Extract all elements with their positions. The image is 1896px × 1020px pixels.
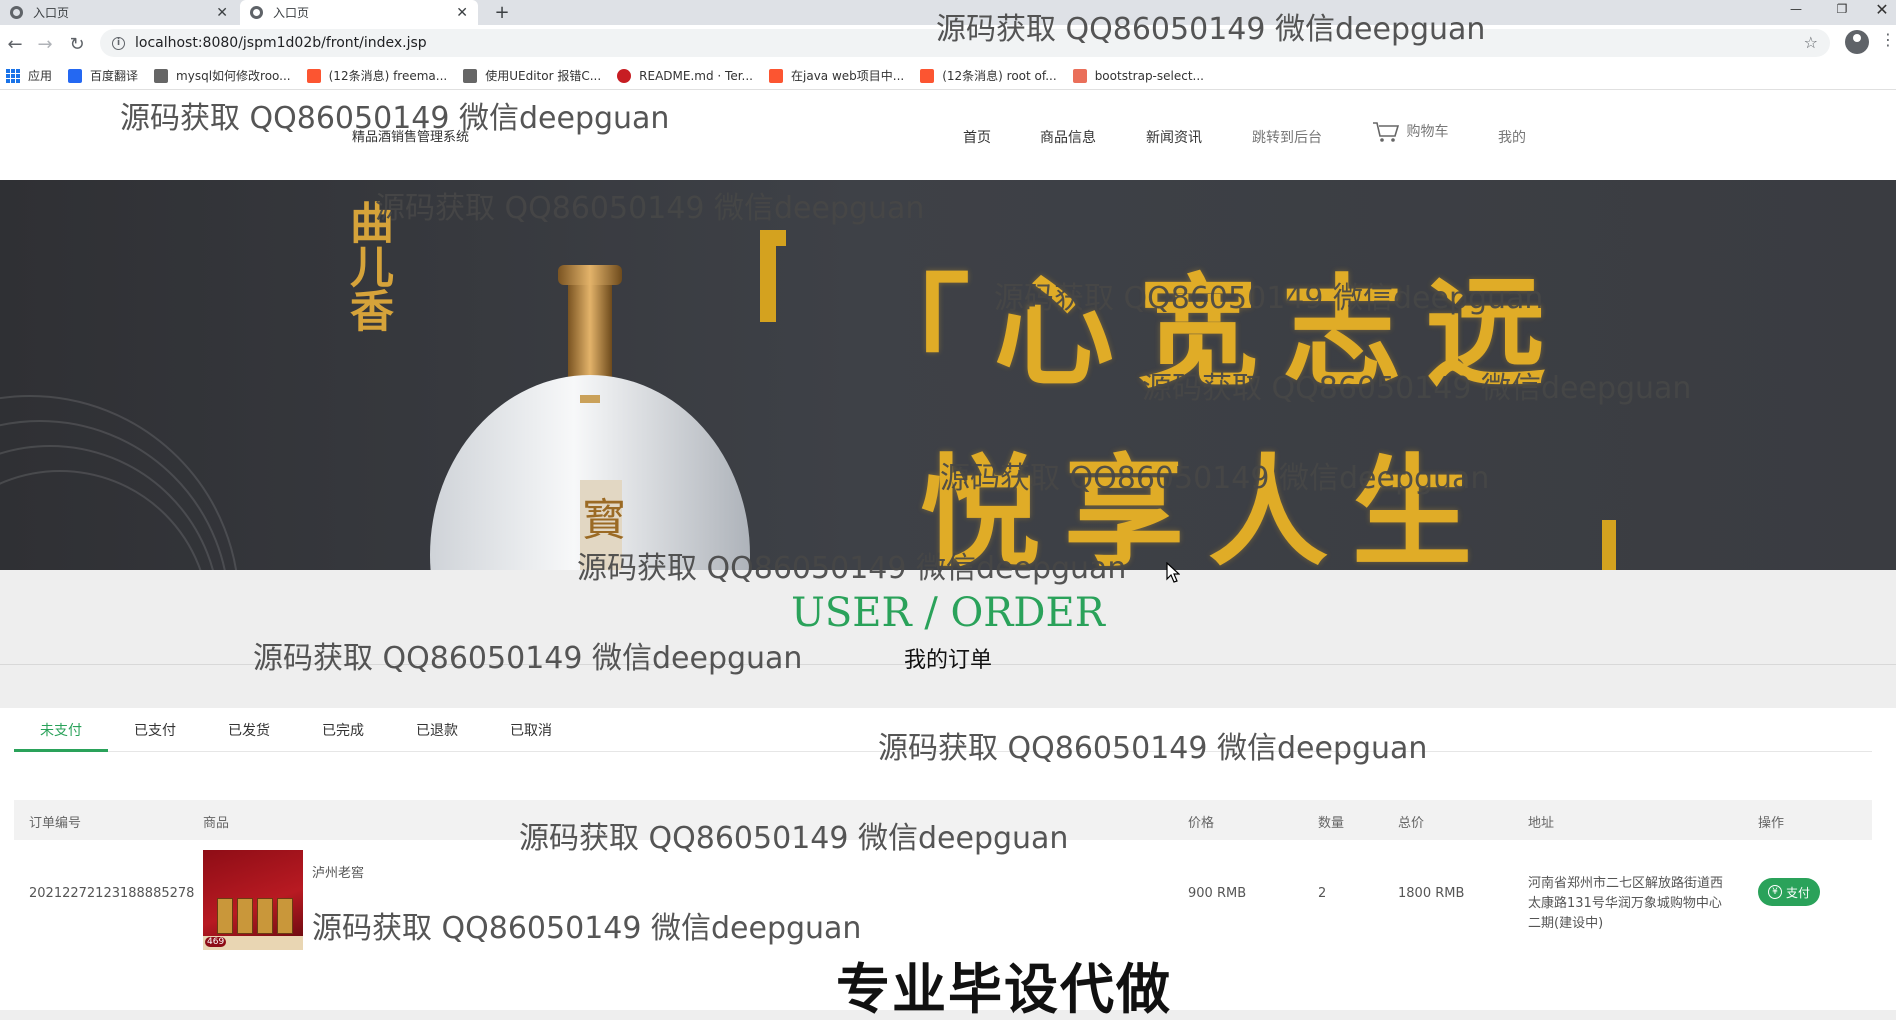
tab-paid[interactable]: 已支付 [108, 720, 202, 740]
yen-icon: ¥ [1768, 885, 1782, 899]
tab-title: 入口页 [273, 6, 310, 20]
bookmark-icon [154, 68, 169, 83]
col-product: 商品 [203, 816, 230, 831]
bookmark-label: (12条消息) freema... [328, 69, 448, 83]
watermark-text: 源码获取 QQ86050149 微信deepguan [878, 731, 1428, 766]
product-image[interactable]: 469 [203, 850, 303, 950]
bookmark-item[interactable]: README.md · Ter... [617, 68, 753, 83]
close-icon[interactable]: ✕ [216, 5, 228, 21]
quantity: 2 [1318, 886, 1327, 901]
new-tab-button[interactable]: + [490, 0, 514, 25]
col-total: 总价 [1398, 816, 1425, 831]
decor-bracket [1600, 520, 1616, 570]
bookmark-item[interactable]: (12条消息) root of... [920, 67, 1057, 84]
menu-icon[interactable]: ⋮ [1880, 30, 1896, 49]
close-icon[interactable]: ✕ [456, 5, 468, 21]
nav-mine[interactable]: 我的 [1498, 127, 1526, 147]
csdn-icon [769, 68, 783, 83]
bookmark-label: (12条消息) root of... [942, 69, 1057, 83]
bookmark-label: README.md · Ter... [639, 68, 753, 83]
bookmark-apps[interactable]: 应用 [6, 67, 52, 84]
bookmark-label: 在java web项目中... [791, 69, 905, 83]
tab-shipped[interactable]: 已发货 [202, 720, 296, 740]
price: 900 RMB [1188, 886, 1247, 901]
watermark-text: 源码获取 QQ86050149 微信deepguan [1142, 371, 1692, 406]
bookmark-item[interactable]: 百度翻译 [68, 67, 138, 84]
order-id: 20212272123188885278 [29, 886, 195, 901]
watermark-text: 源码获取 QQ86050149 微信deepguan [519, 821, 1069, 856]
globe-icon [10, 6, 23, 19]
browser-tab-active[interactable]: 入口页 ✕ [240, 0, 478, 25]
col-action: 操作 [1758, 816, 1785, 831]
nav-news[interactable]: 新闻资讯 [1146, 127, 1202, 147]
baidu-translate-icon [68, 68, 83, 83]
watermark-text: 源码获取 QQ86050149 微信deepguan [120, 101, 670, 136]
bookmark-item[interactable]: 在java web项目中... [769, 67, 904, 84]
forward-icon[interactable]: → [32, 31, 58, 57]
tab-completed[interactable]: 已完成 [296, 720, 390, 740]
watermark-text: 源码获取 QQ86050149 微信deepguan [312, 911, 862, 946]
section-title-en: USER / ORDER [791, 590, 1105, 636]
bookmark-label: bootstrap-select... [1094, 68, 1204, 83]
bookmark-label: mysql如何修改roo... [176, 69, 291, 83]
restore-icon[interactable]: ❐ [1822, 0, 1862, 18]
url-text: localhost:8080/jspm1d02b/front/index.jsp [135, 35, 427, 51]
tab-cancelled[interactable]: 已取消 [484, 720, 578, 740]
nav-home[interactable]: 首页 [963, 127, 991, 147]
watermark-text: 源码获取 QQ86050149 微信deepguan [936, 12, 1486, 47]
nav-cart[interactable]: 购物车 [1372, 121, 1448, 143]
mouse-cursor-icon [1166, 562, 1180, 583]
shipping-address: 河南省郑州市二七区解放路街道西太康路131号华润万象城购物中心二期(建设中) [1528, 876, 1724, 931]
globe-icon [250, 6, 263, 19]
browser-tab[interactable]: 入口页 ✕ [0, 0, 238, 25]
svg-text:寳: 寳 [582, 495, 626, 546]
bookmarks-bar: 应用 百度翻译 mysql如何修改roo... (12条消息) freema..… [0, 62, 1896, 90]
bookmark-label: 使用UEditor 报错C... [485, 69, 602, 83]
bookmark-item[interactable]: (12条消息) freema... [306, 67, 448, 84]
watermark-text: 源码获取 QQ86050149 微信deepguan [375, 191, 925, 226]
bookmark-label: 应用 [28, 69, 53, 83]
product-image-tag: 469 [205, 937, 227, 947]
window-close-icon[interactable]: ✕ [1862, 0, 1896, 19]
col-price: 价格 [1188, 816, 1215, 831]
col-order-id: 订单编号 [29, 816, 82, 831]
cart-icon [1373, 122, 1400, 142]
nav-admin[interactable]: 跳转到后台 [1252, 127, 1322, 147]
watermark-text: 源码获取 QQ86050149 微信deepguan [994, 281, 1544, 316]
col-address: 地址 [1528, 816, 1555, 831]
minimize-icon[interactable]: — [1776, 0, 1816, 18]
reload-icon[interactable]: ↻ [64, 31, 90, 57]
info-icon[interactable]: i [112, 36, 125, 50]
product-name[interactable]: 泸州老窖 [312, 862, 364, 881]
tab-refunded[interactable]: 已退款 [390, 720, 484, 740]
promo-caption: 专业毕设代做 [836, 958, 1172, 1020]
total-price: 1800 RMB [1398, 886, 1465, 901]
tab-unpaid[interactable]: 未支付 [14, 720, 108, 740]
tab-title: 入口页 [33, 6, 70, 20]
account-icon[interactable] [1845, 30, 1869, 54]
csdn-icon [306, 68, 321, 83]
pay-button-label: 支付 [1786, 885, 1811, 900]
star-icon[interactable]: ☆ [1804, 33, 1818, 52]
watermark-text: 源码获取 QQ86050149 微信deepguan [577, 551, 1127, 586]
liquor-bottle-image: 寳 [430, 265, 750, 570]
nav-products[interactable]: 商品信息 [1040, 127, 1096, 147]
bookmark-label: 百度翻译 [90, 69, 139, 83]
apps-grid-icon [6, 68, 20, 83]
gitee-icon [617, 68, 632, 83]
col-quantity: 数量 [1318, 816, 1345, 831]
decor-bracket [760, 230, 786, 322]
csdn-icon [920, 68, 935, 83]
watermark-text: 源码获取 QQ86050149 微信deepguan [253, 641, 803, 676]
bookmark-item[interactable]: mysql如何修改roo... [154, 67, 291, 84]
pay-button[interactable]: ¥ 支付 [1758, 878, 1821, 906]
back-icon[interactable]: ← [2, 31, 28, 57]
nav-cart-label: 购物车 [1406, 124, 1449, 140]
active-tab-indicator [14, 749, 108, 752]
jianshu-icon [1072, 68, 1087, 83]
watermark-text: 源码获取 QQ86050149 微信deepguan [940, 461, 1490, 496]
bookmark-item[interactable]: bootstrap-select... [1072, 68, 1204, 83]
bookmark-item[interactable]: 使用UEditor 报错C... [463, 67, 601, 84]
bookmark-icon [463, 68, 478, 83]
